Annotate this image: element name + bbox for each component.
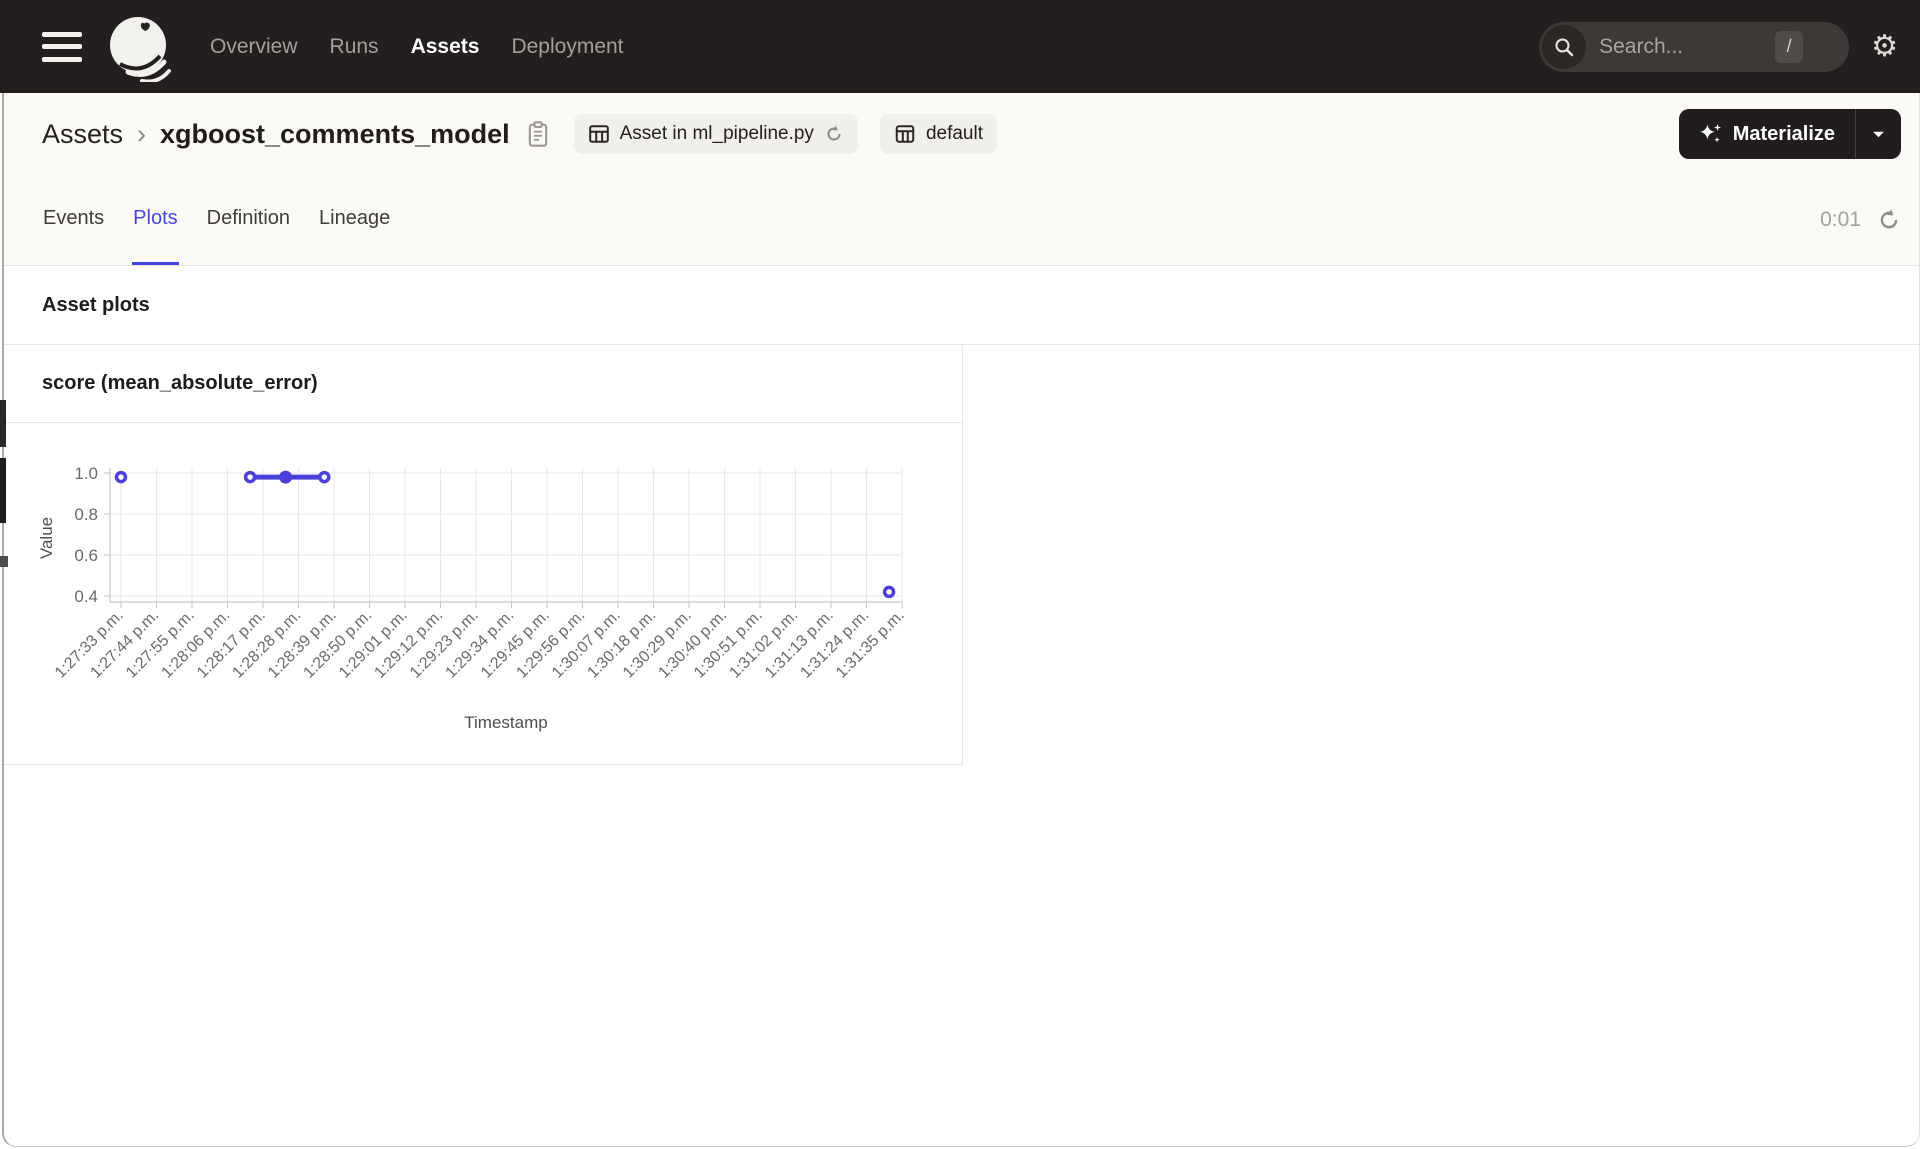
dagster-logo[interactable] [106, 12, 176, 83]
code-location-label: Asset in ml_pipeline.py [619, 123, 814, 144]
chevron-down-icon [1873, 131, 1884, 137]
chart-data-point[interactable] [882, 585, 896, 599]
primary-nav: Overview Runs Assets Deployment [210, 35, 624, 59]
global-search[interactable]: / [1539, 21, 1850, 72]
reload-code-location-icon[interactable] [824, 124, 844, 144]
page-title: xgboost_comments_model [160, 118, 510, 149]
asset-group-icon [895, 125, 915, 143]
chart-data-point[interactable] [279, 470, 293, 484]
chart-y-axis-title: Value [38, 517, 56, 559]
materialize-split-button: Materialize [1678, 109, 1901, 159]
asset-tabs: Events Plots Definition Lineage 0:01 [4, 175, 1919, 266]
nav-item-runs[interactable]: Runs [330, 35, 379, 59]
background-window-fragment [0, 556, 8, 567]
screen: Overview Runs Assets Deployment / ⚙ Asse… [0, 0, 1920, 1149]
code-location-badge[interactable]: Asset in ml_pipeline.py [573, 114, 858, 154]
copy-asset-name-button[interactable] [524, 120, 552, 148]
plot-title: score (mean_absolute_error) [42, 372, 318, 394]
settings-gear-icon[interactable]: ⚙ [1871, 31, 1898, 62]
section-title: Asset plots [42, 293, 150, 316]
score-line-chart: 1:27:33 p.m. 1:27:44 p.m. 1:27:55 p.m. 1:28… [37, 450, 958, 750]
refresh-button[interactable] [1877, 208, 1901, 232]
background-window-fragment [0, 458, 6, 523]
clipboard-icon [528, 121, 547, 147]
background-window-fragment [0, 400, 6, 447]
group-badge[interactable]: default [879, 114, 997, 154]
plot-card: score (mean_absolute_error) 1:27:33 p.m.… [4, 345, 963, 765]
chart-y-tick-label: 1.0 [74, 464, 98, 483]
hamburger-menu-icon[interactable] [42, 31, 82, 62]
asset-plots-section-header: Asset plots [4, 266, 1919, 345]
materialize-button[interactable]: Materialize [1679, 109, 1855, 159]
chart-y-tick-label: 0.8 [74, 505, 98, 524]
breadcrumb-assets-link[interactable]: Assets [42, 119, 123, 150]
chart-y-tick-label: 0.6 [74, 546, 98, 565]
chart-data-point[interactable] [318, 470, 331, 484]
group-badge-label: default [925, 123, 983, 144]
refresh-group: 0:01 [1820, 175, 1901, 265]
search-icon [1542, 24, 1587, 69]
tab-events[interactable]: Events [42, 175, 105, 265]
nav-item-overview[interactable]: Overview [210, 35, 298, 59]
tab-lineage[interactable]: Lineage [318, 175, 391, 265]
materialize-dropdown-button[interactable] [1855, 109, 1901, 159]
chart-y-tick-label: 0.4 [74, 587, 98, 606]
search-input[interactable] [1599, 21, 1760, 72]
top-navigation-bar: Overview Runs Assets Deployment / ⚙ [0, 0, 1920, 93]
chart-data-point[interactable] [114, 470, 128, 484]
table-icon [588, 125, 609, 143]
tab-plots[interactable]: Plots [132, 175, 179, 265]
refresh-timer: 0:01 [1820, 208, 1861, 231]
asset-header: Assets › xgboost_comments_model Asset in… [4, 93, 1919, 175]
sparkles-icon [1700, 124, 1721, 143]
breadcrumb-separator: › [137, 118, 147, 149]
refresh-icon [1880, 209, 1898, 229]
chart-x-axis-title: Timestamp [464, 713, 547, 732]
tab-definition[interactable]: Definition [206, 175, 291, 265]
nav-item-deployment[interactable]: Deployment [511, 35, 623, 59]
nav-item-assets[interactable]: Assets [411, 35, 480, 59]
search-shortcut-badge: / [1775, 30, 1804, 63]
plot-card-header: score (mean_absolute_error) [4, 345, 962, 423]
app-window: Assets › xgboost_comments_model Asset in… [2, 93, 1920, 1147]
materialize-label: Materialize [1732, 122, 1835, 145]
chart-data-point[interactable] [243, 470, 257, 484]
